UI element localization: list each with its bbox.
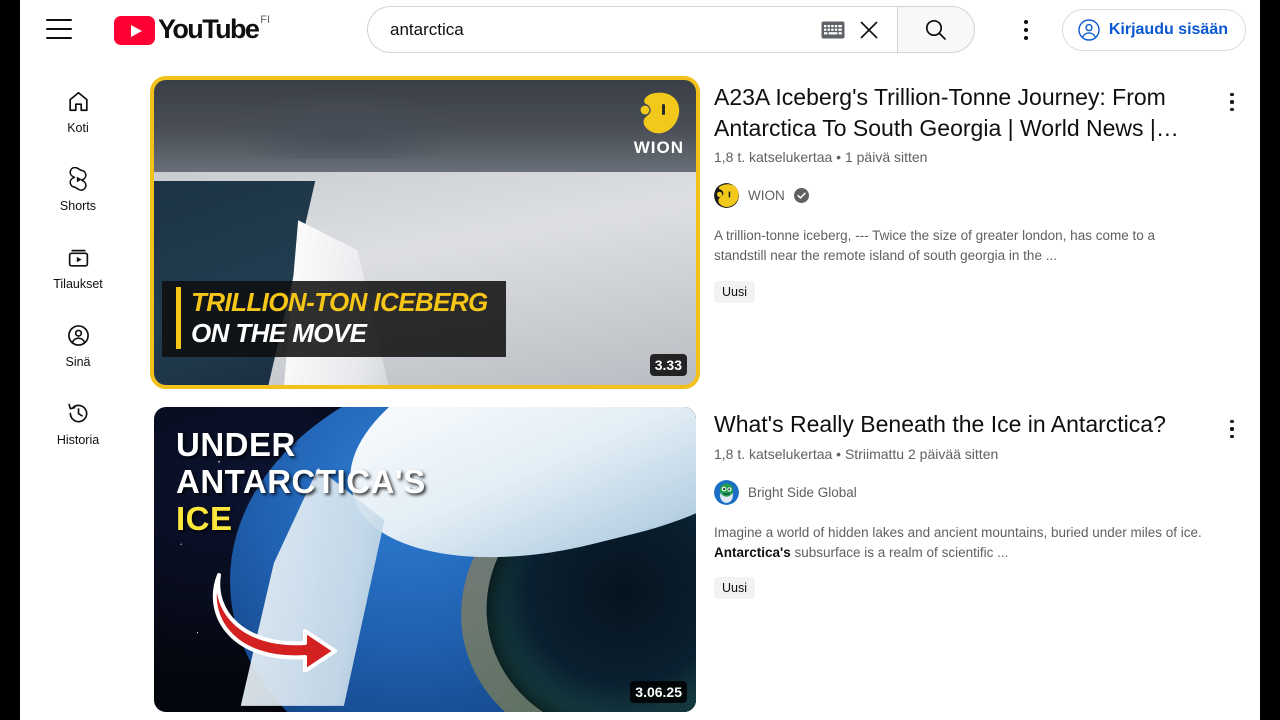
video-title[interactable]: What's Really Beneath the Ice in Antarct… bbox=[714, 409, 1208, 440]
video-stats: 1,8 t. katselukertaa • 1 päivä sitten bbox=[714, 149, 928, 166]
top-header: YouTube FI antarctica Kirjaudu sisään bbox=[20, 0, 1260, 58]
home-icon bbox=[66, 88, 91, 114]
video-description-highlight: Antarctica's bbox=[714, 544, 791, 560]
shorts-icon bbox=[66, 166, 91, 192]
video-description-text-tail: subsurface is a realm of scientific ... bbox=[790, 544, 1009, 560]
sidebar-item-tilaukset[interactable]: Tilaukset bbox=[20, 234, 136, 312]
sidebar-item-label: Shorts bbox=[59, 199, 97, 213]
header-right: Kirjaudu sisään bbox=[1006, 6, 1246, 53]
sidebar: Koti Shorts Tilaukset Sinä Historia bbox=[20, 58, 136, 720]
video-duration-badge: 3.33 bbox=[649, 354, 687, 376]
sign-in-button[interactable]: Kirjaudu sisään bbox=[1061, 8, 1246, 51]
video-description: A trillion-tonne iceberg, --- Twice the … bbox=[714, 226, 1208, 267]
result-menu-button[interactable] bbox=[1216, 84, 1248, 120]
video-meta: What's Really Beneath the Ice in Antarct… bbox=[696, 407, 1250, 712]
thumbnail-overlay-line3: ICE bbox=[176, 499, 233, 537]
sidebar-item-shorts[interactable]: Shorts bbox=[20, 156, 136, 234]
channel-row[interactable]: Bright Side Global bbox=[714, 479, 1208, 505]
video-description: Imagine a world of hidden lakes and anci… bbox=[714, 523, 1208, 564]
video-stats: 1,8 t. katselukertaa • Striimattu 2 päiv… bbox=[714, 445, 999, 462]
close-icon[interactable] bbox=[857, 18, 881, 42]
thumbnail-overlay-line2: ON THE MOVE bbox=[191, 318, 367, 348]
youtube-logo[interactable]: YouTube FI bbox=[114, 13, 270, 45]
channel-name: WION bbox=[748, 188, 785, 204]
keyboard-icon[interactable] bbox=[821, 21, 845, 39]
search-result-item: UNDER ANTARCTICA'S ICE 3.06.25 What's Re… bbox=[154, 407, 1250, 712]
channel-row[interactable]: WION bbox=[714, 183, 1208, 209]
avatar bbox=[714, 183, 739, 209]
thumbnail-overlay-line1: TRILLION-TON ICEBERG bbox=[191, 287, 488, 317]
youtube-play-icon bbox=[114, 16, 155, 45]
wion-logo-icon bbox=[640, 92, 680, 134]
youtube-search-page: YouTube FI antarctica Kirjaudu sisään Ko… bbox=[20, 0, 1260, 720]
search-button[interactable] bbox=[897, 6, 975, 53]
video-meta: A23A Iceberg's Trillion-Tonne Journey: F… bbox=[696, 80, 1250, 385]
video-thumbnail[interactable]: UNDER ANTARCTICA'S ICE bbox=[154, 407, 696, 712]
youtube-logo-text: YouTube bbox=[158, 14, 260, 44]
history-icon bbox=[66, 400, 91, 426]
account-circle-icon bbox=[66, 322, 91, 348]
search-result-item: WION TRILLION-TON ICEBERG ON THE MOVE 3.… bbox=[150, 76, 1250, 389]
sidebar-item-historia[interactable]: Historia bbox=[20, 390, 136, 468]
status-badge: Uusi bbox=[714, 280, 756, 303]
avatar bbox=[714, 479, 739, 505]
result-menu-button[interactable] bbox=[1216, 411, 1248, 447]
account-circle-icon bbox=[1078, 18, 1100, 41]
hamburger-menu-icon[interactable] bbox=[46, 19, 72, 39]
thumbnail-overlay-line2: ANTARCTICA'S bbox=[176, 462, 426, 500]
sidebar-item-label: Historia bbox=[56, 433, 100, 447]
video-title[interactable]: A23A Iceberg's Trillion-Tonne Journey: F… bbox=[714, 82, 1208, 143]
thumbnail-overlay-line1: UNDER bbox=[176, 426, 296, 463]
search-input[interactable] bbox=[390, 19, 821, 40]
status-badge: Uusi bbox=[714, 577, 756, 600]
kebab-menu-icon[interactable] bbox=[1006, 10, 1046, 50]
video-description-text: A trillion-tonne iceberg, --- Twice the … bbox=[714, 228, 1155, 264]
verified-badge-icon bbox=[793, 188, 809, 204]
sidebar-item-koti[interactable]: Koti bbox=[20, 78, 136, 156]
video-thumbnail-wrapper: WION TRILLION-TON ICEBERG ON THE MOVE 3.… bbox=[150, 76, 700, 389]
video-thumbnail-wrapper: UNDER ANTARCTICA'S ICE 3.06.25 bbox=[154, 407, 696, 712]
sidebar-item-label: Sinä bbox=[65, 355, 91, 369]
wion-watermark: WION bbox=[634, 90, 684, 158]
sidebar-item-sina[interactable]: Sinä bbox=[20, 312, 136, 390]
video-duration-badge: 3.06.25 bbox=[630, 681, 687, 703]
thumbnail-cloud bbox=[219, 92, 469, 160]
subscriptions-icon bbox=[66, 244, 91, 270]
search-results-list: WION TRILLION-TON ICEBERG ON THE MOVE 3.… bbox=[136, 58, 1260, 720]
red-arrow-icon bbox=[212, 573, 337, 672]
video-thumbnail[interactable]: WION TRILLION-TON ICEBERG ON THE MOVE bbox=[150, 76, 700, 389]
sidebar-item-label: Tilaukset bbox=[53, 277, 103, 291]
sign-in-label: Kirjaudu sisään bbox=[1108, 20, 1228, 38]
thumbnail-overlay-title: UNDER ANTARCTICA'S ICE bbox=[176, 426, 426, 538]
country-code-label: FI bbox=[260, 14, 271, 26]
thumbnail-title-band: TRILLION-TON ICEBERG ON THE MOVE bbox=[162, 281, 506, 357]
video-description-text: Imagine a world of hidden lakes and anci… bbox=[714, 524, 1202, 540]
sidebar-item-label: Koti bbox=[67, 121, 89, 135]
search-box[interactable] bbox=[367, 6, 897, 53]
channel-name: Bright Side Global bbox=[748, 484, 857, 500]
search-icon bbox=[925, 19, 946, 40]
search-area bbox=[367, 6, 975, 53]
thumbnail-accent-bar bbox=[176, 287, 181, 349]
wion-watermark-text: WION bbox=[633, 138, 684, 157]
